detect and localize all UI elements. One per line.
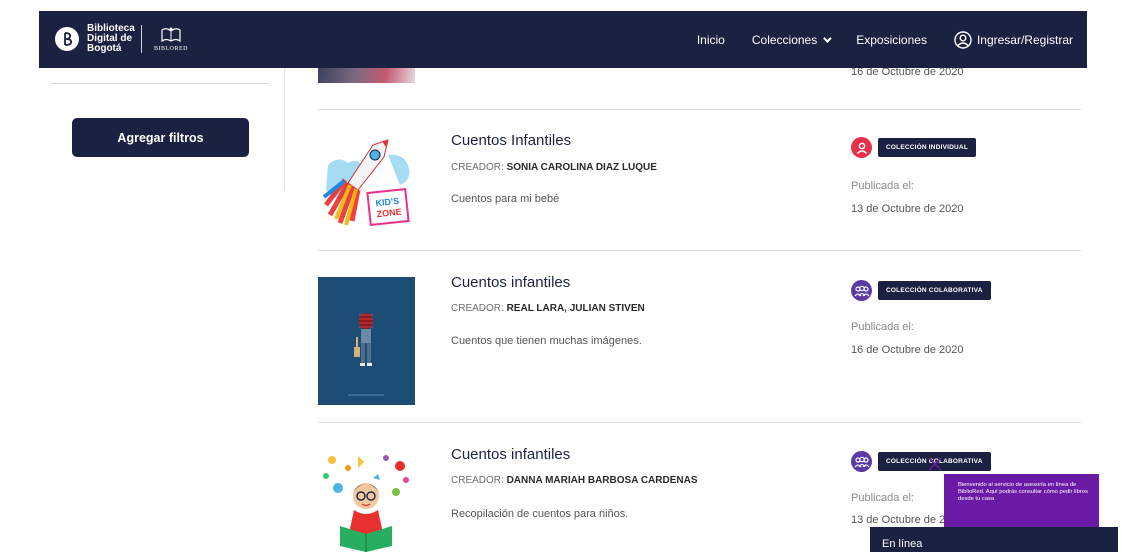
collection-badge: COLECCIÓN INDIVIDUAL [851, 137, 976, 158]
chat-welcome-bubble[interactable]: Bienvenido al servicio de asesoría en lí… [944, 474, 1099, 543]
chat-status-bar[interactable]: En línea [870, 527, 1118, 552]
nav-collections[interactable]: Colecciones [751, 32, 832, 47]
collection-type-badge: COLECCIÓN COLABORATIVA [878, 281, 991, 300]
collection-badge: COLECCIÓN COLABORATIVA [851, 451, 991, 472]
group-users-icon [851, 280, 872, 301]
group-users-icon [851, 451, 872, 472]
result-title[interactable]: Cuentos Infantiles [451, 132, 571, 149]
main-nav: Inicio Colecciones Exposiciones Ingresar… [697, 11, 1073, 68]
top-navbar: Biblioteca Digital de Bogotá BIBLORED In… [39, 11, 1087, 68]
result-thumbnail[interactable] [318, 448, 415, 552]
add-filters-button[interactable]: Agregar filtros [72, 118, 249, 157]
result-divider [318, 422, 1081, 423]
biblored-book-icon [161, 27, 181, 43]
nav-login[interactable]: Ingresar/Registrar [954, 30, 1073, 49]
chevron-down-icon [823, 33, 832, 43]
brand-separator [141, 25, 142, 53]
creator-label: CREADOR: [451, 162, 504, 173]
nav-exhibitions[interactable]: Exposiciones [856, 33, 927, 47]
kids-zone-rocket-image: KID'S ZONE [322, 139, 410, 226]
brand-area[interactable]: Biblioteca Digital de Bogotá BIBLORED [55, 19, 188, 59]
sidebar-divider [52, 83, 269, 84]
sidebar-border [284, 68, 285, 191]
bdb-logo-icon [55, 27, 79, 51]
biblored-logo[interactable]: BIBLORED [154, 26, 188, 52]
child-reading-image [323, 455, 409, 552]
collection-badge: COLECCIÓN COLABORATIVA [851, 280, 991, 301]
result-thumbnail[interactable]: KID'S ZONE [318, 135, 415, 228]
result-thumbnail[interactable] [318, 277, 415, 405]
individual-user-icon [851, 137, 872, 158]
published-label: Publicada el: [851, 180, 914, 192]
nav-login-label: Ingresar/Registrar [976, 32, 1073, 47]
book-cover-image [318, 277, 415, 405]
published-date: 16 de Octubre de 2020 [851, 344, 964, 356]
result-divider [318, 250, 1081, 251]
published-label: Publicada el: [851, 492, 914, 504]
result-divider [318, 109, 1081, 110]
result-description: Recopilación de cuentos para niños. [451, 508, 629, 520]
creator-label: CREADOR: [451, 303, 504, 314]
brand-text: Biblioteca Digital de Bogotá [87, 24, 135, 54]
page: Biblioteca Digital de Bogotá BIBLORED In… [0, 0, 1122, 552]
creator-label: CREADOR: [451, 475, 504, 486]
result-description: Cuentos para mi bebé [451, 193, 560, 205]
published-label: Publicada el: [851, 321, 914, 333]
result-description: Cuentos que tienen muchas imágenes. [451, 335, 642, 347]
published-date: 13 de Octubre de 2020 [851, 203, 964, 215]
creator-name[interactable]: SONIA CAROLINA DIAZ LUQUE [507, 162, 657, 173]
result-creator: CREADOR: DANNA MARIAH BARBOSA CARDENAS [451, 475, 698, 486]
collection-type-badge: COLECCIÓN INDIVIDUAL [878, 138, 976, 157]
brand-line-3: Bogotá [87, 43, 122, 54]
chat-close-icon[interactable] [926, 455, 944, 473]
creator-name[interactable]: REAL LARA, JULIAN STIVEN [507, 303, 645, 314]
result-creator: CREADOR: REAL LARA, JULIAN STIVEN [451, 303, 645, 314]
creator-name[interactable]: DANNA MARIAH BARBOSA CARDENAS [507, 475, 698, 486]
user-circle-icon [954, 30, 972, 49]
biblored-text: BIBLORED [154, 46, 188, 52]
result-title[interactable]: Cuentos infantiles [451, 446, 570, 463]
nav-home[interactable]: Inicio [697, 33, 725, 47]
result-creator: CREADOR: SONIA CAROLINA DIAZ LUQUE [451, 162, 657, 173]
nav-collections-label: Colecciones [751, 32, 818, 47]
result-title[interactable]: Cuentos infantiles [451, 274, 570, 291]
